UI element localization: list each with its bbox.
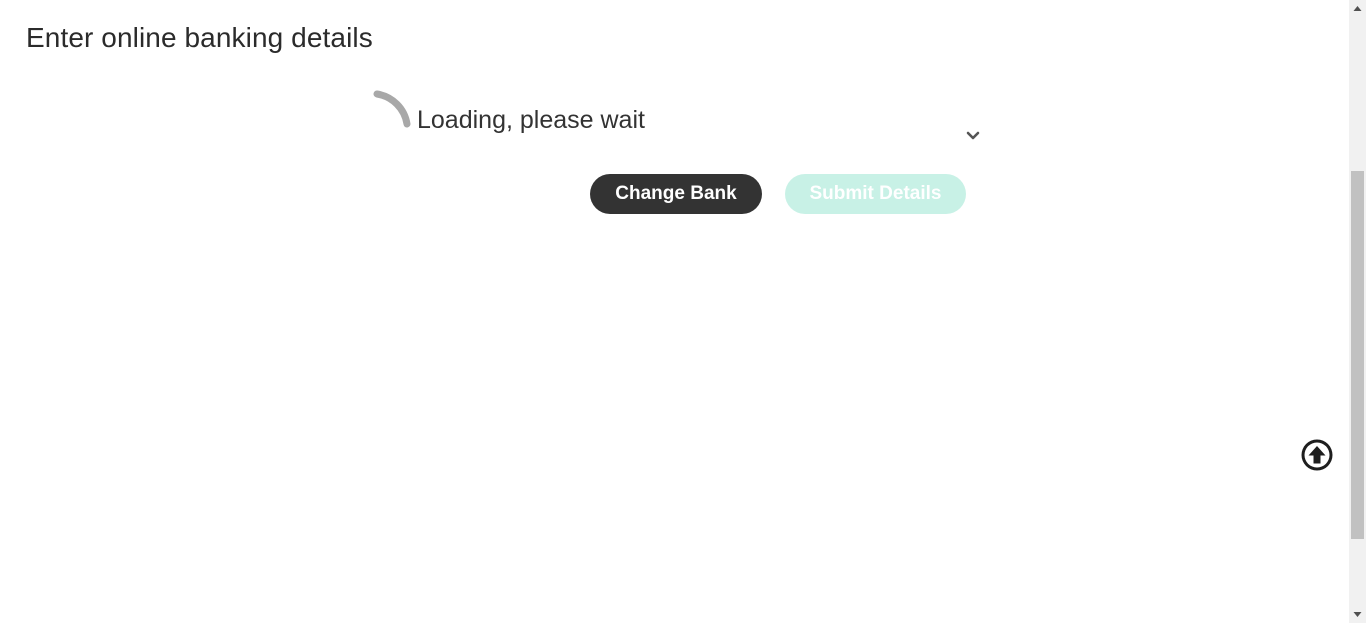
loading-text: Loading, please wait [417, 105, 645, 134]
loading-indicator: Loading, please wait [371, 88, 645, 134]
page-title: Enter online banking details [26, 22, 373, 53]
change-bank-button[interactable]: Change Bank [590, 174, 762, 214]
scrollbar-thumb[interactable] [1351, 171, 1364, 539]
submit-details-button[interactable]: Submit Details [785, 174, 966, 214]
arrow-up-circle-icon[interactable] [1301, 439, 1333, 471]
scroll-up-arrow-icon[interactable] [1349, 0, 1366, 17]
page: Enter online banking details Loading, pl… [0, 0, 1349, 623]
spinner-icon [373, 90, 411, 128]
chevron-down-icon[interactable] [965, 130, 981, 142]
vertical-scrollbar[interactable] [1349, 0, 1366, 623]
scroll-down-arrow-icon[interactable] [1349, 606, 1366, 623]
